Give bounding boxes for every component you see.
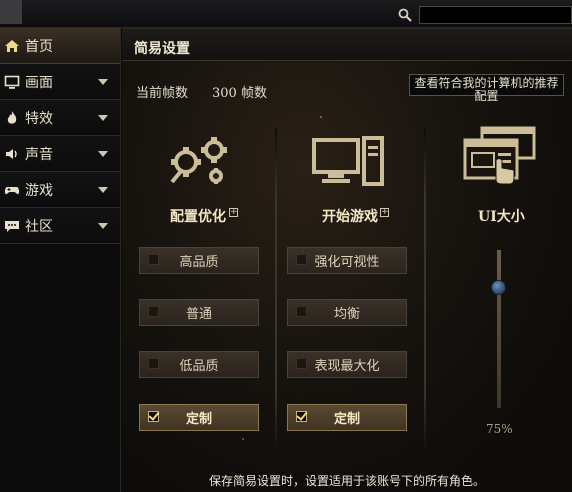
section-header: 简易设置 [122,28,572,61]
ui-size-title: UI大小 [478,209,525,225]
ui-size-value: 75% [486,422,513,436]
chevron-down-icon[interactable] [98,151,108,157]
column-divider [424,128,426,458]
sidebar-item-label: 社区 [25,218,53,235]
framerate-label: 当前帧数 [136,86,189,101]
background-sparkle [320,116,322,118]
sidebar-item-label: 画面 [25,74,53,91]
expand-plus-icon[interactable]: + [380,208,389,217]
chevron-down-icon[interactable] [98,79,108,85]
checkbox[interactable] [148,358,159,369]
computer-icon [312,136,384,186]
window-pointer-icon [463,126,536,185]
page-title: 简易设置 [134,41,190,57]
footer-note: 保存简易设置时，设置适用于该账号下的所有角色。 [208,474,485,488]
ui-size-slider-handle[interactable] [491,280,506,295]
option-high-quality[interactable]: 高品质 [139,247,259,274]
sidebar-item-label: 首页 [25,38,53,55]
sidebar-item-label: 游戏 [25,182,53,199]
sidebar: 首页 画面 特效 声音 游戏 社区 [0,28,121,492]
option-normal[interactable]: 普通 [139,299,259,326]
monitor-icon [4,75,20,89]
option-max-performance[interactable]: 表现最大化 [287,351,407,378]
start-game-title: 开始游戏 [322,209,378,225]
option-low-quality[interactable]: 低品质 [139,351,259,378]
flame-icon [7,110,17,124]
column-divider [275,128,277,458]
search-icon[interactable] [398,8,412,22]
recommend-line-2: 配置 [474,89,499,103]
config-title: 配置优化 [170,209,226,225]
speaker-icon [6,148,17,159]
framerate-value: 300 帧数 [212,86,267,101]
checkbox[interactable] [296,306,307,317]
checkbox[interactable] [148,254,159,265]
option-enhanced-visibility[interactable]: 强化可视性 [287,247,407,274]
option-custom-start[interactable]: 定制 [287,404,407,431]
sidebar-item-home[interactable]: 首页 [0,28,120,64]
option-balanced[interactable]: 均衡 [287,299,407,326]
sidebar-item-label: 声音 [25,146,53,163]
checkbox[interactable] [296,254,307,265]
chevron-down-icon[interactable] [98,115,108,121]
ui-size-slider-track[interactable] [497,250,501,408]
checkbox[interactable] [296,411,307,422]
chat-icon [5,220,19,232]
option-custom-config[interactable]: 定制 [139,404,259,431]
main-panel: 简易设置 当前帧数 300 帧数 查看符合我的计算机的推荐 配置 配置优化 + … [122,28,572,492]
checkbox[interactable] [148,411,159,422]
recommend-config-button[interactable]: 查看符合我的计算机的推荐 配置 [409,74,564,103]
top-bar [0,0,572,28]
sidebar-item-sound[interactable]: 声音 [0,136,120,172]
gears-icon [170,137,227,184]
sidebar-item-effects[interactable]: 特效 [0,100,120,136]
chevron-down-icon[interactable] [98,223,108,229]
home-icon [5,39,19,52]
sidebar-item-label: 特效 [25,110,53,127]
background-sparkle [242,438,244,440]
sidebar-item-game[interactable]: 游戏 [0,172,120,208]
checkbox[interactable] [148,306,159,317]
top-left-tab[interactable] [0,0,22,24]
checkbox[interactable] [296,358,307,369]
expand-plus-icon[interactable]: + [229,208,238,217]
sidebar-item-display[interactable]: 画面 [0,64,120,100]
gamepad-icon [4,186,20,194]
sidebar-item-community[interactable]: 社区 [0,208,120,244]
search-input[interactable] [419,6,572,24]
chevron-down-icon[interactable] [98,187,108,193]
